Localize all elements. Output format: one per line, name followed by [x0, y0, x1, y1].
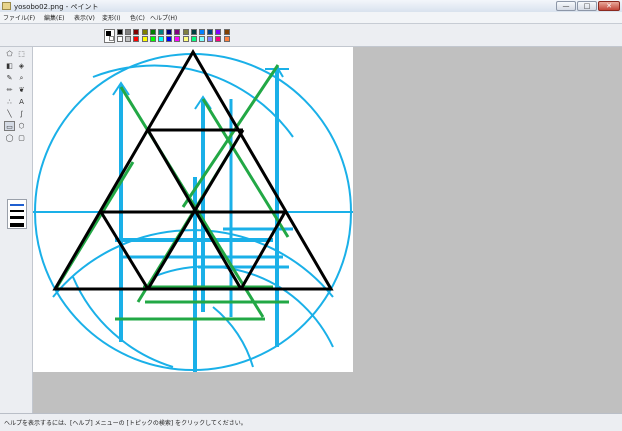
- menu-file[interactable]: ファイル(F): [3, 13, 35, 22]
- palette-swatch[interactable]: [166, 36, 173, 42]
- line-width-1[interactable]: [10, 204, 24, 206]
- color-picker-icon[interactable]: ✎: [4, 73, 15, 83]
- line-icon[interactable]: ╲: [4, 109, 15, 119]
- menu-help[interactable]: ヘルプ(H): [150, 13, 177, 22]
- line-width-2[interactable]: [10, 210, 24, 212]
- rect-select-icon[interactable]: ⬚: [16, 49, 27, 59]
- close-button[interactable]: ✕: [598, 1, 620, 11]
- palette-swatch[interactable]: [174, 29, 181, 35]
- palette-swatch[interactable]: [223, 29, 230, 35]
- palette-swatch[interactable]: [182, 29, 189, 35]
- palette-swatch[interactable]: [166, 29, 173, 35]
- palette-swatch[interactable]: [117, 29, 123, 35]
- brush-icon[interactable]: ❦: [16, 85, 27, 95]
- palette-swatch[interactable]: [141, 36, 148, 42]
- black-helper: [101, 52, 283, 212]
- palette-swatch[interactable]: [199, 29, 205, 35]
- line-width-4[interactable]: [10, 223, 24, 227]
- cyan-arc-3: [212, 306, 254, 368]
- palette-swatch[interactable]: [190, 36, 197, 42]
- palette-swatch[interactable]: [174, 36, 181, 42]
- drawing-image: [33, 49, 353, 372]
- toolbox: ⬠ ⬚ ◧ ◈ ✎ ⌕ ✏ ❦ ∴ A ╲ ∫ ▭ ⬡ ◯ ▢: [0, 47, 33, 413]
- palette-swatch[interactable]: [125, 29, 132, 35]
- palette-swatch[interactable]: [141, 29, 148, 35]
- status-bar: ヘルプを表示するには、[ヘルプ] メニューの [トピックの検索] をクリックして…: [0, 413, 622, 431]
- palette-swatch[interactable]: [215, 36, 222, 42]
- airbrush-icon[interactable]: ∴: [4, 97, 15, 107]
- palette-swatch[interactable]: [190, 29, 197, 35]
- palette-swatch[interactable]: [125, 36, 132, 42]
- palette-swatch[interactable]: [149, 29, 156, 35]
- rectangle-icon[interactable]: ▭: [4, 121, 15, 131]
- palette-swatch[interactable]: [215, 29, 222, 35]
- ellipse-icon[interactable]: ◯: [4, 133, 15, 143]
- menu-edit[interactable]: 編集(E): [44, 13, 64, 22]
- palette-swatch[interactable]: [182, 36, 189, 42]
- menu-image[interactable]: 変形(I): [102, 13, 120, 22]
- rounded-rect-icon[interactable]: ▢: [16, 133, 27, 143]
- palette-swatch[interactable]: [223, 36, 230, 42]
- menu-bar: ファイル(F) 編集(E) 表示(V) 変形(I) 色(C) ヘルプ(H): [0, 12, 622, 24]
- palette-swatch[interactable]: [133, 29, 140, 35]
- palette-swatch[interactable]: [207, 29, 214, 35]
- current-colors[interactable]: [104, 29, 115, 43]
- palette-swatch[interactable]: [117, 36, 123, 42]
- status-text: ヘルプを表示するには、[ヘルプ] メニューの [トピックの検索] をクリックして…: [4, 420, 247, 427]
- polygon-icon[interactable]: ⬡: [16, 121, 27, 131]
- paint-app-icon[interactable]: [2, 2, 11, 10]
- window-title: yosobo02.png - ペイント: [14, 3, 99, 11]
- cyan-arc-4: [152, 265, 334, 348]
- palette-swatch[interactable]: [158, 29, 164, 35]
- background-color: [109, 36, 114, 41]
- palette-swatch[interactable]: [133, 36, 140, 42]
- menu-colors[interactable]: 色(C): [130, 13, 145, 22]
- fill-icon[interactable]: ◈: [16, 61, 27, 71]
- color-palette: [104, 29, 234, 43]
- maximize-button[interactable]: □: [577, 1, 597, 11]
- line-width-options[interactable]: [7, 199, 27, 229]
- palette-swatch[interactable]: [199, 36, 205, 42]
- palette-swatch[interactable]: [158, 36, 164, 42]
- free-select-icon[interactable]: ⬠: [4, 49, 15, 59]
- drawing-canvas[interactable]: [33, 47, 353, 372]
- menu-view[interactable]: 表示(V): [74, 13, 95, 22]
- text-icon[interactable]: A: [16, 97, 27, 107]
- minimize-button[interactable]: —: [556, 1, 576, 11]
- palette-bar: [0, 24, 622, 47]
- eraser-icon[interactable]: ◧: [4, 61, 15, 71]
- palette-swatch[interactable]: [207, 36, 214, 42]
- curve-icon[interactable]: ∫: [16, 109, 27, 119]
- palette-swatch[interactable]: [149, 36, 156, 42]
- pencil-icon[interactable]: ✏: [4, 85, 15, 95]
- line-width-3[interactable]: [10, 216, 24, 219]
- magnifier-icon[interactable]: ⌕: [16, 73, 27, 83]
